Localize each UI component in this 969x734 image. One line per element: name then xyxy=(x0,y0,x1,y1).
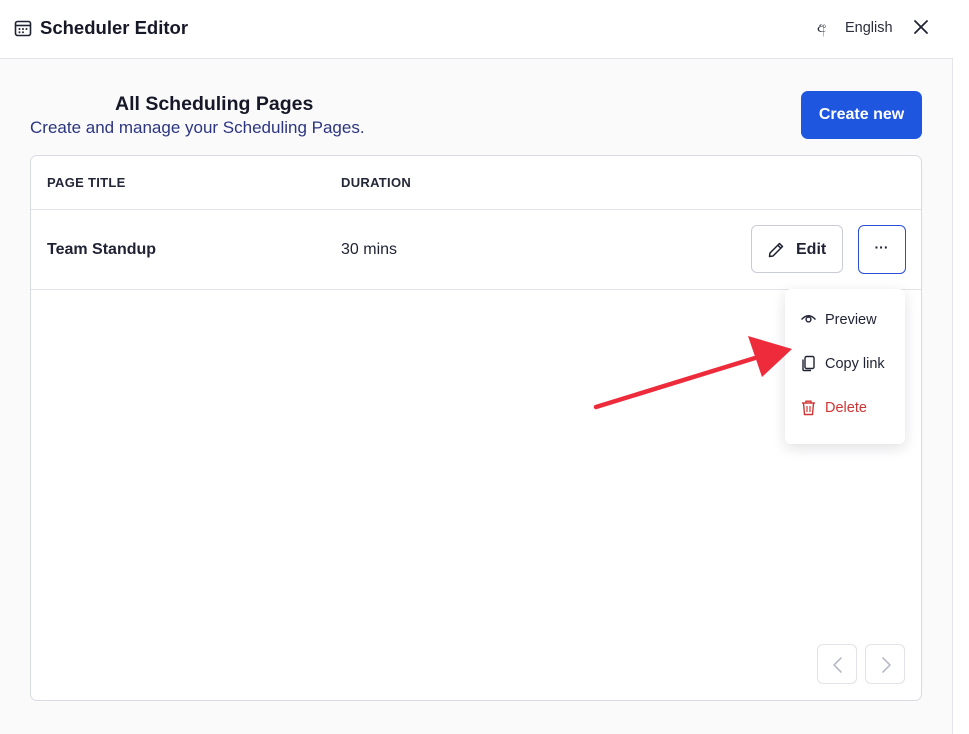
more-actions-button[interactable]: ··· xyxy=(858,225,906,274)
row-duration: 30 mins xyxy=(341,241,398,258)
more-dots-icon: ··· xyxy=(874,239,889,255)
menu-item-copy-link-label: Copy link xyxy=(825,356,885,372)
menu-item-preview[interactable]: Preview xyxy=(785,299,905,339)
pagination-prev-button[interactable] xyxy=(817,644,857,684)
copy-icon xyxy=(802,355,815,372)
trash-icon xyxy=(802,400,815,416)
menu-item-delete[interactable]: Delete xyxy=(785,387,905,427)
page-heading: All Scheduling Pages xyxy=(115,93,314,115)
row-page-title: Team Standup xyxy=(47,241,157,258)
scheduler-editor-window: Scheduler Editor අ English All Schedulin… xyxy=(0,0,953,734)
chevron-left-icon xyxy=(833,657,842,673)
menu-item-delete-label: Delete xyxy=(825,400,867,416)
edit-button-label: Edit xyxy=(796,241,827,258)
column-header-page-title: PAGE TITLE xyxy=(47,175,126,190)
page-subheading: Create and manage your Scheduling Pages. xyxy=(30,118,365,137)
calendar-icon xyxy=(14,20,32,37)
table-row: Team Standup 30 mins Edit ··· xyxy=(31,210,921,290)
language-selector[interactable]: English xyxy=(845,20,893,36)
close-icon[interactable] xyxy=(911,17,931,37)
menu-item-copy-link[interactable]: Copy link xyxy=(785,343,905,383)
header-bar: Scheduler Editor අ English xyxy=(0,0,953,59)
create-new-button[interactable]: Create new xyxy=(801,91,922,139)
column-header-duration: DURATION xyxy=(341,175,412,190)
chevron-right-icon xyxy=(882,657,891,673)
language-icon[interactable]: අ xyxy=(817,19,826,36)
pencil-icon xyxy=(768,242,784,258)
edit-button[interactable]: Edit xyxy=(751,225,843,273)
menu-item-preview-label: Preview xyxy=(825,312,877,328)
row-actions-menu: Preview Copy link Delete xyxy=(785,289,905,444)
app-title: Scheduler Editor xyxy=(40,17,189,38)
eye-icon xyxy=(800,315,817,323)
pagination-next-button[interactable] xyxy=(865,644,905,684)
